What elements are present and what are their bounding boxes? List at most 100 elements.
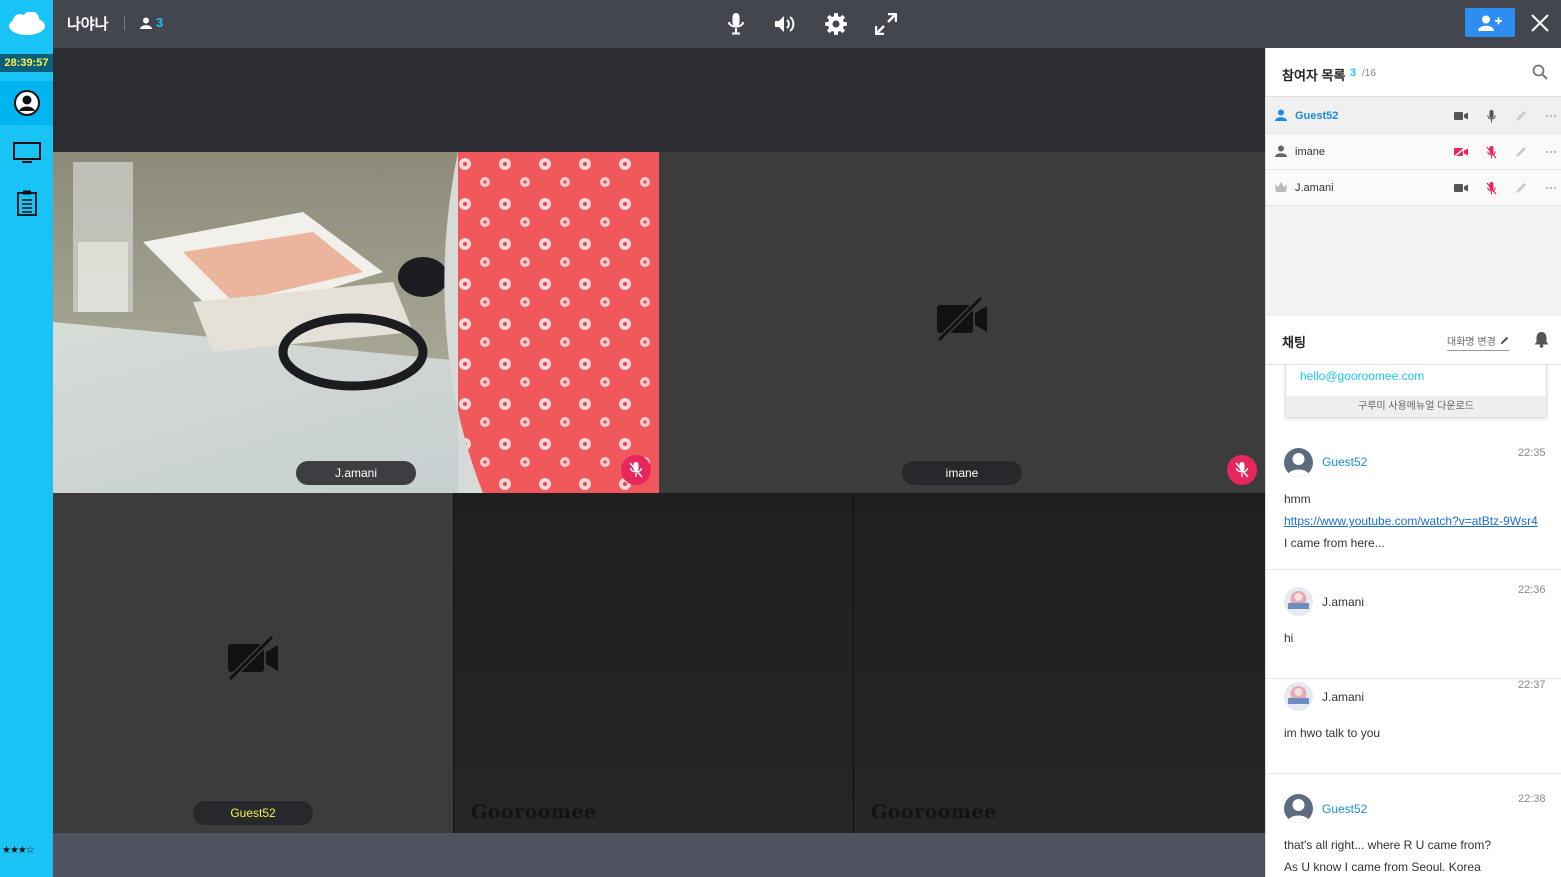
mic-toggle[interactable] (1483, 144, 1499, 160)
more-icon (1545, 150, 1557, 154)
mic-off-icon (1235, 462, 1249, 478)
sidebar-item-screen-share[interactable] (0, 131, 53, 175)
participant-row[interactable]: imane (1266, 134, 1561, 170)
camera-off-icon (936, 296, 987, 342)
avatar (1284, 682, 1313, 711)
empty-video-tile: Gooroomee (853, 493, 1265, 833)
pencil-icon (1500, 336, 1509, 345)
camera-icon (1454, 184, 1468, 192)
nickname-change-button[interactable]: 대화명 변경 (1447, 333, 1509, 351)
chat-message: J.amani 22:37 im hwo talk to you (1266, 679, 1561, 774)
mic-muted-badge (621, 455, 651, 485)
room-title: 나야나 (67, 16, 109, 33)
camera-toggle[interactable] (1453, 108, 1469, 124)
camera-off-icon (227, 635, 278, 681)
settings-icon (825, 13, 847, 35)
media-controls (720, 8, 902, 40)
divider (124, 16, 125, 30)
contact-email-link[interactable]: hello@gooroomee.com (1300, 369, 1424, 383)
user-count[interactable]: 3 (140, 15, 163, 30)
pencil-icon (1516, 111, 1526, 121)
more-options[interactable] (1543, 180, 1559, 196)
participant-row[interactable]: Guest52 (1266, 98, 1561, 134)
avatar (1284, 794, 1313, 823)
cloud-icon (8, 12, 45, 35)
invite-user-button[interactable] (1465, 8, 1515, 37)
message-author[interactable]: Guest52 (1322, 802, 1367, 816)
gooroomee-watermark: Gooroomee (471, 801, 597, 823)
microphone-button[interactable] (720, 8, 752, 40)
add-user-icon (1478, 15, 1502, 31)
camera-toggle[interactable] (1453, 144, 1469, 160)
mic-off-icon (629, 462, 643, 478)
video-tile-guest52[interactable]: Guest52 (53, 493, 453, 833)
gooroomee-logo[interactable] (0, 0, 53, 48)
participant-search-button[interactable] (1532, 64, 1548, 85)
user-count-value: 3 (156, 15, 164, 30)
speaker-button[interactable] (770, 8, 802, 40)
camera-toggle[interactable] (1453, 180, 1469, 196)
draw-permission[interactable] (1513, 144, 1529, 160)
more-icon (1545, 186, 1557, 190)
person-icon (1275, 145, 1287, 157)
message-author[interactable]: J.amani (1322, 595, 1364, 609)
manual-download-button[interactable]: 구루미 사용메뉴얼 다운로드 (1286, 396, 1546, 417)
message-text: im hwo talk to you (1284, 726, 1381, 740)
participants-max: /16 (1362, 68, 1376, 79)
sidebar-item-clipboard[interactable] (0, 181, 53, 225)
microphone-icon (728, 13, 744, 35)
video-tile-imane[interactable]: imane (659, 152, 1265, 493)
chat-message: Guest52 22:38 that's all right... where … (1266, 774, 1561, 877)
mic-muted-badge (1227, 455, 1257, 485)
message-text: that's all right... where R U came from? (1284, 838, 1492, 852)
bell-icon (1534, 332, 1549, 348)
participant-name: J.amani (1295, 182, 1334, 194)
draw-permission[interactable] (1513, 108, 1529, 124)
chat-body[interactable]: hello@gooroomee.com 구루미 사용메뉴얼 다운로드 Guest… (1266, 365, 1561, 877)
tile-name-label: imane (902, 461, 1022, 485)
participants-header: 참여자 목록 3 /16 (1266, 48, 1561, 97)
sidebar-item-profile[interactable] (0, 81, 53, 125)
tile-name-label-me: Guest52 (193, 801, 313, 825)
close-button[interactable] (1526, 9, 1554, 37)
more-options[interactable] (1543, 108, 1559, 124)
pencil-icon (1516, 183, 1526, 193)
empty-video-tile: Gooroomee (453, 493, 853, 833)
mic-toggle[interactable] (1483, 108, 1499, 124)
session-timer: 28:39:57 (0, 54, 53, 72)
nickname-change-label: 대화명 변경 (1447, 337, 1496, 348)
message-link[interactable]: https://www.youtube.com/watch?v=atBtz-9W… (1284, 514, 1538, 528)
message-time: 22:35 (1518, 447, 1546, 459)
message-text: As U know I came from Seoul. Korea (1284, 860, 1481, 874)
participant-row[interactable]: J.amani (1266, 170, 1561, 206)
message-text: I came from here... (1284, 536, 1385, 550)
message-author[interactable]: J.amani (1322, 690, 1364, 704)
settings-button[interactable] (820, 8, 852, 40)
close-icon (1531, 14, 1549, 32)
person-icon (140, 17, 152, 29)
crown-icon (1275, 182, 1287, 192)
left-sidebar: 28:39:57 ★★★☆ (0, 48, 53, 877)
screen-share-icon (12, 142, 41, 163)
gooroomee-watermark: Gooroomee (871, 801, 997, 823)
mic-toggle[interactable] (1483, 180, 1499, 196)
message-author[interactable]: Guest52 (1322, 455, 1367, 469)
stage-bottom-bar (53, 833, 1265, 877)
mic-off-icon (1486, 181, 1496, 194)
participants-count: 3 (1350, 67, 1357, 79)
draw-permission[interactable] (1513, 180, 1529, 196)
participants-title: 참여자 목록 (1282, 68, 1346, 83)
video-tile-jamani[interactable]: J.amani (53, 152, 659, 493)
pencil-icon (1516, 147, 1526, 157)
message-time: 22:38 (1518, 793, 1546, 805)
tile-name-label: J.amani (296, 461, 416, 485)
more-options[interactable] (1543, 144, 1559, 160)
profile-icon (13, 90, 40, 116)
fullscreen-button[interactable] (870, 8, 902, 40)
avatar (1284, 448, 1313, 477)
avatar (1284, 587, 1313, 616)
chat-message: J.amani 22:36 hi (1266, 584, 1561, 679)
rating-stars: ★★★☆ (2, 845, 35, 856)
chat-title: 채팅 (1282, 335, 1306, 350)
notification-button[interactable] (1534, 331, 1549, 353)
